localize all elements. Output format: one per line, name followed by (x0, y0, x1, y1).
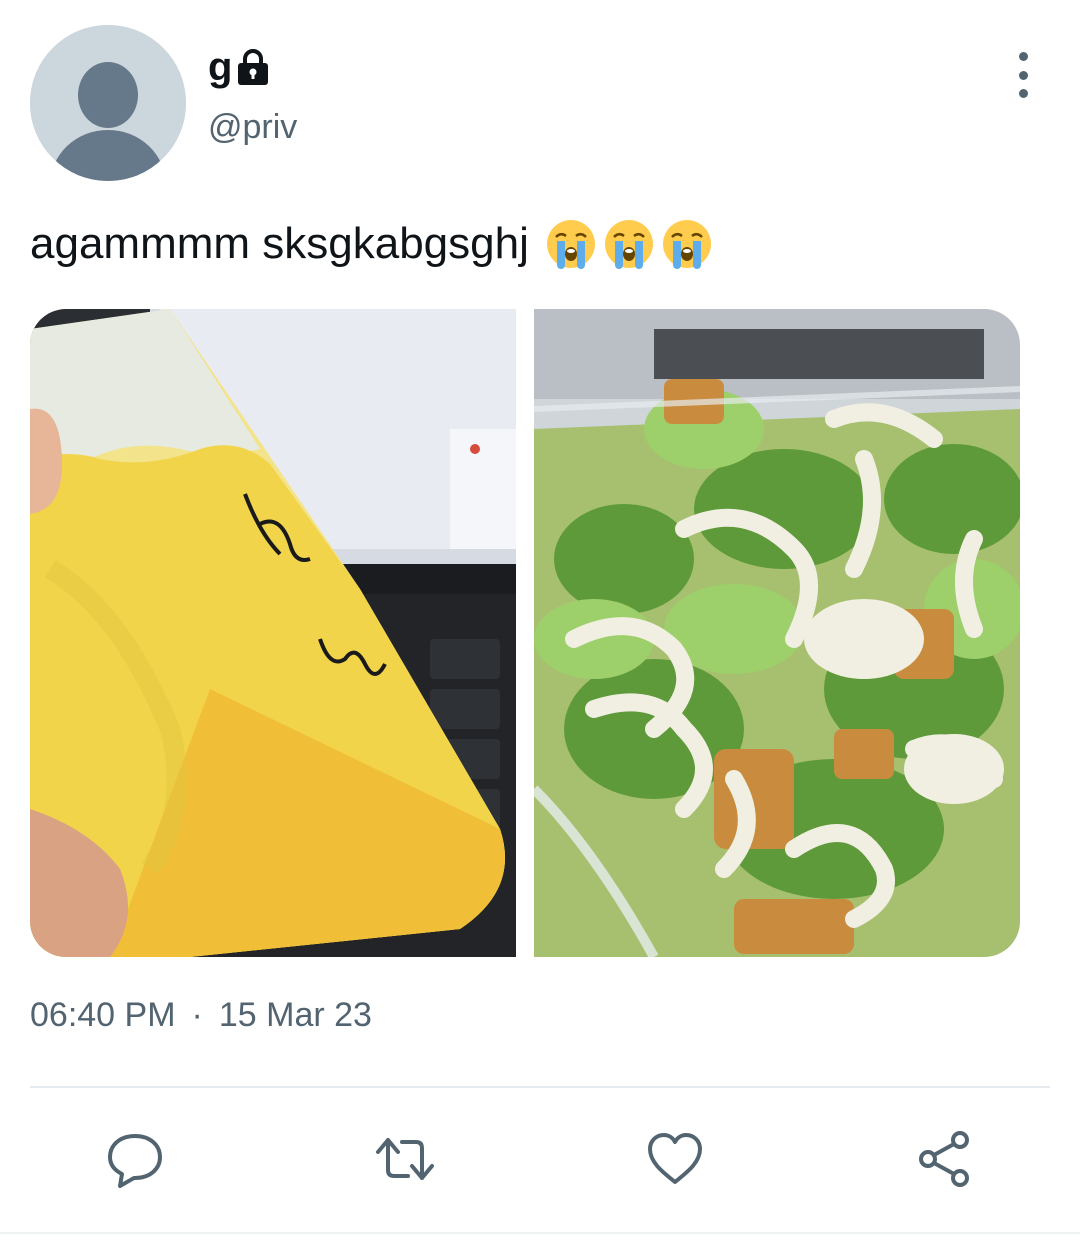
more-options-button[interactable] (1006, 52, 1040, 98)
default-avatar-icon (30, 25, 186, 181)
more-dot-icon (1018, 70, 1028, 80)
retweet-icon (376, 1138, 434, 1180)
salad-photo[interactable] (534, 309, 1020, 957)
action-bar (0, 1124, 1080, 1194)
tweet-detail: g @priv agammmm sksgkabgsghj 06:40 PM · … (0, 0, 1080, 1251)
share-icon (919, 1131, 969, 1187)
author-name-row[interactable]: g (208, 42, 270, 92)
drink-photo[interactable] (30, 309, 516, 957)
media-grid (30, 309, 1020, 957)
retweet-button[interactable] (370, 1124, 440, 1194)
more-dot-icon (1018, 89, 1028, 98)
display-name[interactable]: g (208, 47, 232, 87)
author-handle[interactable]: @priv (208, 108, 297, 147)
tweet-text: agammmm sksgkabgsghj (30, 214, 1050, 274)
tweet-time: 06:40 PM (30, 996, 176, 1034)
like-icon (648, 1133, 702, 1184)
more-dot-icon (1018, 52, 1028, 61)
tweet-date: 15 Mar 23 (218, 996, 372, 1034)
avatar[interactable] (30, 25, 186, 181)
loudly-crying-face-emoji (662, 220, 711, 269)
lock-icon (236, 49, 270, 87)
tweet-timestamp[interactable]: 06:40 PM · 15 Mar 23 (30, 996, 372, 1035)
meta-separator: · (191, 996, 203, 1034)
loudly-crying-face-emoji (546, 220, 595, 269)
tweet-text-body: agammmm sksgkabgsghj (30, 219, 529, 268)
share-button[interactable] (910, 1124, 980, 1194)
divider (30, 1086, 1050, 1088)
bottom-divider (0, 1232, 1080, 1234)
reply-button[interactable] (100, 1124, 170, 1194)
emoji-group (545, 218, 713, 270)
reply-icon (108, 1134, 162, 1188)
loudly-crying-face-emoji (604, 220, 653, 269)
like-button[interactable] (640, 1124, 710, 1194)
